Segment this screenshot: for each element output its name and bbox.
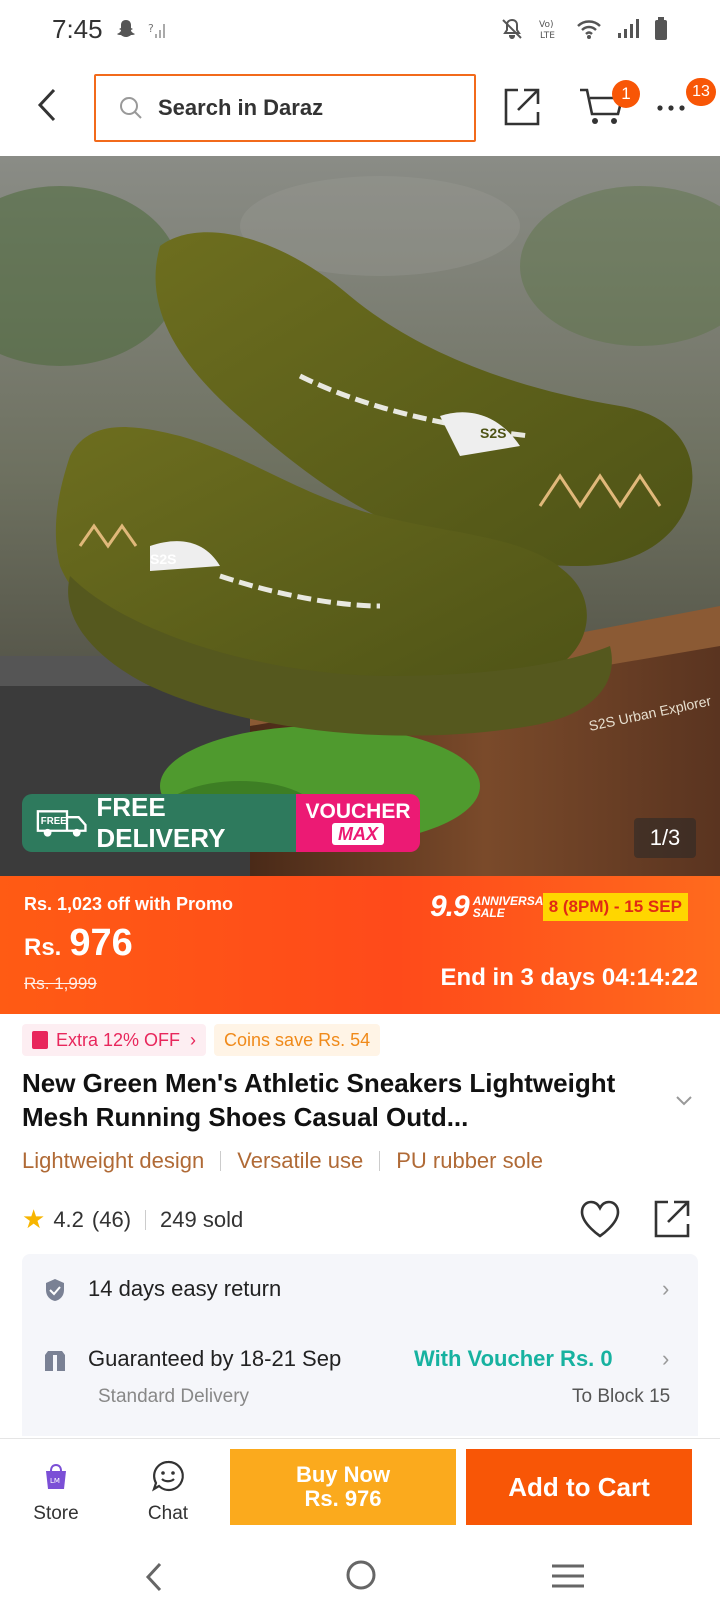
store-button[interactable]: LM Store bbox=[14, 1447, 98, 1533]
system-home-icon[interactable] bbox=[344, 1558, 378, 1592]
snapchat-icon bbox=[116, 20, 135, 37]
sale-label-line2: SALE bbox=[472, 906, 505, 920]
system-menu-icon[interactable] bbox=[550, 1562, 586, 1590]
delivery-truck-icon: FREE bbox=[36, 810, 87, 837]
shoe-brand-text-front: S2S bbox=[150, 551, 176, 567]
divider bbox=[145, 1209, 147, 1230]
svg-text:?: ? bbox=[148, 22, 154, 35]
buy-now-price: Rs. 976 bbox=[304, 1486, 382, 1511]
sale-dates: 8 (8PM) - 15 SEP bbox=[542, 893, 688, 921]
store-label: Store bbox=[33, 1503, 79, 1524]
system-back-icon[interactable] bbox=[140, 1560, 170, 1594]
buy-now-label: Buy Now bbox=[295, 1462, 391, 1487]
chat-smile-icon bbox=[152, 1460, 184, 1492]
promo-discount-text: Rs. 1,023 off with Promo bbox=[24, 894, 234, 914]
feature-item: PU rubber sole bbox=[396, 1148, 543, 1173]
store-icon: LM bbox=[46, 1463, 66, 1489]
shipping-row[interactable]: Guaranteed by 18-21 Sep With Voucher Rs.… bbox=[22, 1328, 698, 1434]
offer-tags: Extra 12% OFF › Coins save Rs. 54 bbox=[22, 1024, 381, 1056]
return-policy-text: 14 days easy return bbox=[88, 1276, 282, 1301]
package-icon bbox=[45, 1351, 65, 1371]
share-icon[interactable] bbox=[502, 84, 542, 128]
divider bbox=[220, 1151, 222, 1171]
delivery-info-panel: 14 days easy return › Guaranteed by 18-2… bbox=[22, 1254, 698, 1436]
campaign-tag: 9.9 ANNIVERSARY SALE 8 (8PM) - 15 SEP bbox=[430, 890, 688, 924]
shoe-brand-text: S2S bbox=[480, 425, 506, 441]
system-navigation-bar bbox=[0, 1540, 720, 1612]
return-policy-row[interactable]: 14 days easy return › bbox=[22, 1254, 698, 1324]
delivery-voucher-text: With Voucher Rs. 0 bbox=[414, 1346, 613, 1371]
rating-value: 4.2 bbox=[53, 1206, 84, 1232]
sale-countdown: End in 3 days 04:14:22 bbox=[440, 964, 698, 991]
star-icon: ★ bbox=[22, 1204, 46, 1234]
feature-item: Lightweight design bbox=[22, 1148, 205, 1173]
heart-icon[interactable] bbox=[578, 1198, 622, 1240]
status-bar: 7:45 ? Vo) LTE bbox=[0, 0, 720, 58]
shield-check-icon bbox=[46, 1279, 64, 1301]
chevron-down-icon[interactable] bbox=[674, 1090, 694, 1110]
search-icon bbox=[120, 97, 142, 119]
chevron-right-icon: › bbox=[662, 1346, 670, 1371]
original-price: Rs. 1,999 bbox=[24, 974, 97, 993]
guarantee-text: Guaranteed by 18-21 Sep bbox=[88, 1346, 342, 1371]
feature-highlights: Lightweight design Versatile use PU rubb… bbox=[22, 1148, 543, 1174]
volte-icon: Vo)LTE bbox=[539, 20, 555, 41]
product-title[interactable]: New Green Men's Athletic Sneakers Lightw… bbox=[22, 1066, 668, 1134]
feature-item: Versatile use bbox=[237, 1148, 364, 1173]
chat-button[interactable]: Chat bbox=[126, 1447, 210, 1533]
search-placeholder: Search in Daraz bbox=[158, 95, 324, 120]
bottom-action-bar: LM Store Chat Buy Now Rs. 976 Add to Car… bbox=[0, 1438, 720, 1540]
add-to-cart-button[interactable]: Add to Cart bbox=[466, 1449, 692, 1525]
svg-text:Vo): Vo) bbox=[539, 20, 553, 30]
free-small-text: FREE bbox=[41, 816, 67, 827]
sale-number: 9.9 bbox=[430, 890, 470, 923]
coins-tag: Coins save Rs. 54 bbox=[214, 1024, 381, 1056]
chevron-right-icon: › bbox=[662, 1276, 670, 1301]
battery-icon bbox=[655, 17, 667, 40]
rating-row[interactable]: ★ 4.2 (46) 249 sold bbox=[22, 1204, 243, 1235]
image-counter: 1/3 bbox=[634, 818, 696, 858]
cart-count-badge: 1 bbox=[612, 80, 640, 108]
status-time: 7:45 bbox=[52, 13, 103, 44]
svg-text:LM: LM bbox=[50, 1477, 60, 1485]
share-icon[interactable] bbox=[652, 1198, 692, 1240]
top-navigation: Search in Daraz 1 13 bbox=[0, 66, 720, 150]
signal-icon bbox=[618, 19, 639, 38]
free-delivery-text: FREE DELIVERY bbox=[96, 794, 226, 852]
coupon-icon bbox=[32, 1031, 48, 1049]
delivery-location: To Block 15 bbox=[572, 1386, 671, 1407]
chevron-right-icon: › bbox=[190, 1029, 197, 1050]
divider bbox=[379, 1151, 381, 1171]
back-arrow-icon[interactable] bbox=[28, 82, 68, 128]
notification-count-badge: 13 bbox=[686, 78, 716, 106]
delivery-method: Standard Delivery bbox=[98, 1386, 250, 1407]
buy-now-button[interactable]: Buy Now Rs. 976 bbox=[230, 1449, 456, 1525]
mute-icon bbox=[502, 18, 522, 40]
review-count: (46) bbox=[91, 1206, 132, 1232]
extra-off-tag[interactable]: Extra 12% OFF › bbox=[22, 1024, 207, 1056]
wifi-icon bbox=[577, 20, 601, 39]
more-dots-icon bbox=[657, 105, 685, 111]
current-price: Rs. 976 bbox=[24, 922, 133, 964]
svg-text:LTE: LTE bbox=[540, 31, 555, 41]
delivery-voucher-banner: FREE FREE DELIVERY VOUCHER MAX bbox=[22, 794, 420, 852]
voucher-max-text: MAX bbox=[332, 823, 384, 845]
product-image-gallery[interactable]: S2S S2S S2S Urban Explorer bbox=[0, 156, 720, 876]
price-section: Rs. 1,023 off with Promo Rs. 976 Rs. 1,99… bbox=[0, 876, 720, 1014]
search-input[interactable]: Search in Daraz bbox=[94, 74, 476, 142]
product-photo: S2S S2S S2S Urban Explorer bbox=[0, 156, 720, 876]
sold-count: 249 sold bbox=[160, 1206, 244, 1232]
no-signal-icon: ? bbox=[148, 22, 165, 38]
voucher-text: VOUCHER bbox=[305, 800, 411, 823]
chat-label: Chat bbox=[147, 1503, 189, 1524]
